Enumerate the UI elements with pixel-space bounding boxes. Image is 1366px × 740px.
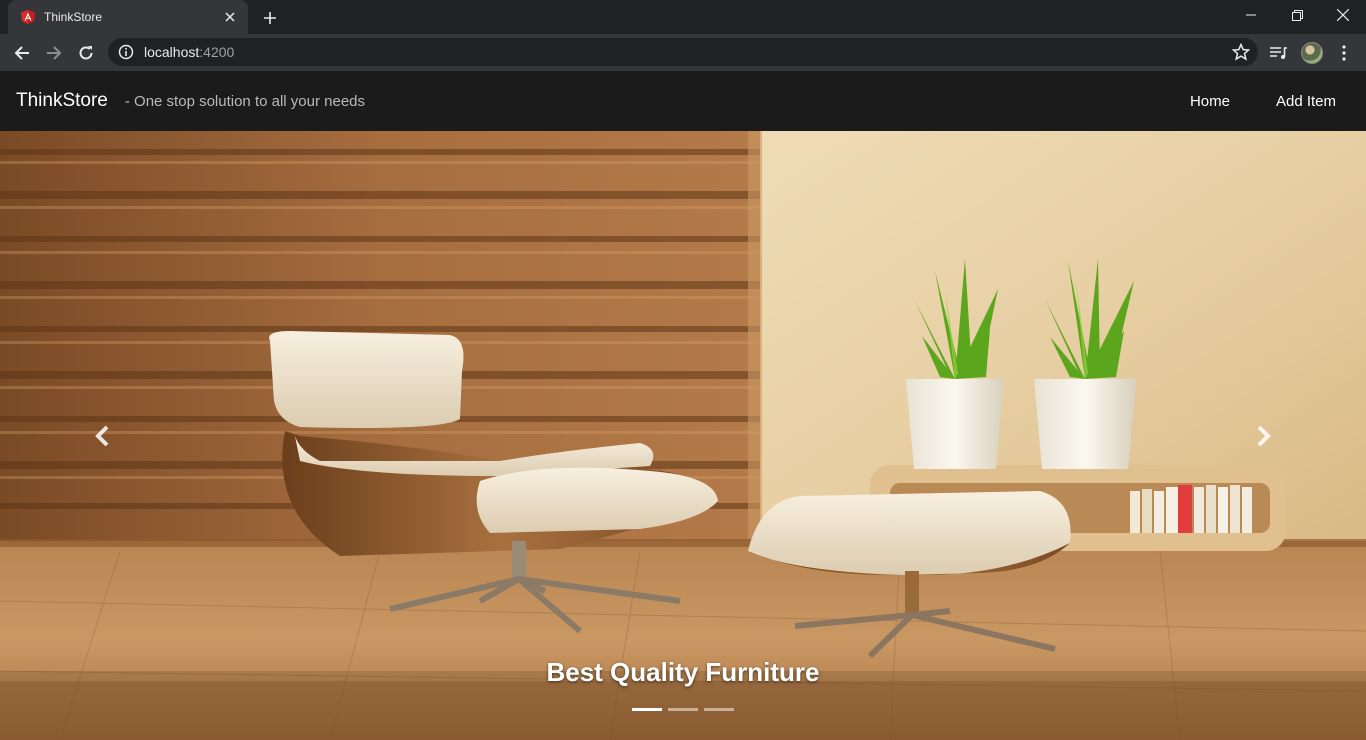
hero-carousel: Best Quality Furniture bbox=[0, 131, 1366, 740]
avatar bbox=[1301, 42, 1323, 64]
star-icon[interactable] bbox=[1232, 43, 1250, 61]
window-close-icon[interactable] bbox=[1320, 0, 1366, 30]
nav-link-home[interactable]: Home bbox=[1190, 93, 1230, 110]
brand-logo[interactable]: ThinkStore bbox=[16, 90, 108, 112]
brand-tagline: - One stop solution to all your needs bbox=[124, 92, 366, 110]
reload-icon[interactable] bbox=[72, 39, 100, 67]
tab-close-icon[interactable] bbox=[222, 9, 238, 25]
profile-avatar[interactable] bbox=[1300, 41, 1324, 65]
media-playlist-icon[interactable] bbox=[1267, 41, 1291, 65]
carousel-next-chevron-right-icon[interactable] bbox=[1252, 421, 1276, 451]
carousel-indicators bbox=[632, 708, 740, 711]
nav-link-add-item[interactable]: Add Item bbox=[1276, 93, 1336, 110]
app-navbar: ThinkStore - One stop solution to all yo… bbox=[0, 71, 1366, 131]
nav-links: Home Add Item bbox=[1144, 71, 1336, 131]
forward-arrow-icon[interactable] bbox=[40, 39, 68, 67]
restore-icon[interactable] bbox=[1274, 0, 1320, 30]
carousel-caption: Best Quality Furniture bbox=[546, 657, 820, 687]
url-host: localhost bbox=[144, 44, 200, 60]
slide-image-furniture bbox=[0, 131, 1366, 740]
carousel-prev-chevron-left-icon[interactable] bbox=[90, 421, 114, 451]
carousel-indicator-1[interactable] bbox=[632, 708, 662, 711]
url-port: :4200 bbox=[199, 44, 235, 60]
browser-toolbar: localhost:4200 bbox=[0, 34, 1366, 71]
carousel-indicator-3[interactable] bbox=[704, 708, 734, 711]
more-vert-icon[interactable] bbox=[1332, 41, 1356, 65]
back-arrow-icon[interactable] bbox=[8, 39, 36, 67]
address-bar[interactable]: localhost:4200 bbox=[108, 38, 1258, 66]
info-icon[interactable] bbox=[118, 44, 134, 60]
minimize-icon[interactable] bbox=[1228, 0, 1274, 30]
browser-tabstrip: ThinkStore bbox=[0, 0, 1366, 34]
new-tab-plus-icon[interactable] bbox=[258, 6, 282, 30]
angular-favicon-icon bbox=[21, 10, 35, 24]
carousel-indicator-2[interactable] bbox=[668, 708, 698, 711]
tab-title: ThinkStore bbox=[44, 10, 103, 24]
browser-tab[interactable]: ThinkStore bbox=[8, 0, 248, 34]
